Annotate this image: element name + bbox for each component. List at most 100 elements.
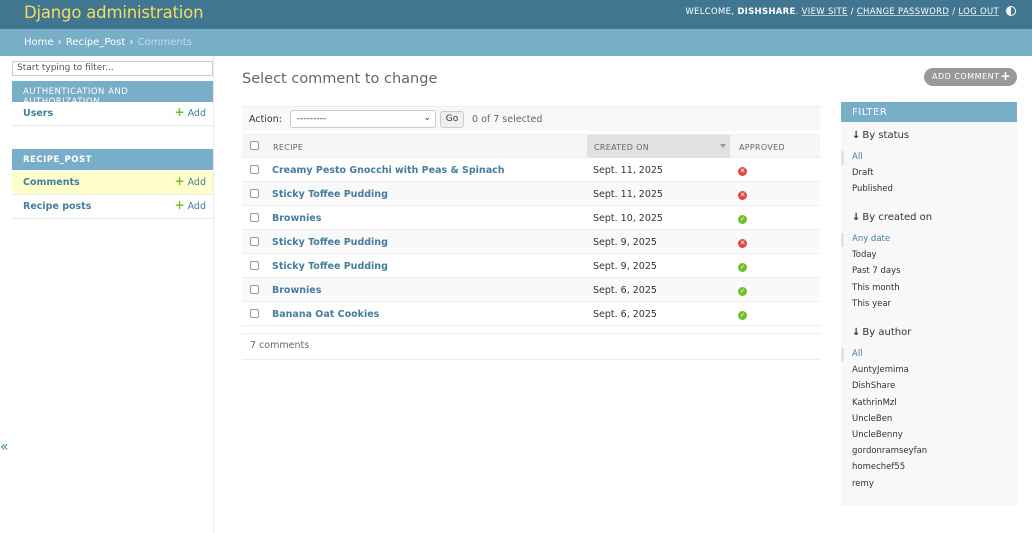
plus-icon: + <box>174 198 185 212</box>
module-caption-auth[interactable]: Authentication and Authorization <box>12 81 213 107</box>
filter-selected-marker <box>841 233 844 247</box>
table-row: Sticky Toffee Pudding Sept. 9, 2025 ✓ <box>242 254 820 278</box>
select-all-checkbox[interactable] <box>250 141 259 150</box>
row-select-checkbox[interactable] <box>250 189 259 198</box>
approved-no-icon: ✕ <box>738 167 747 176</box>
approved-yes-icon: ✓ <box>738 311 747 320</box>
filter-option[interactable]: AuntyJemima <box>852 365 909 375</box>
plus-icon: + <box>174 174 185 188</box>
add-recipe-post-link[interactable]: + Add <box>174 198 206 212</box>
approved-yes-icon: ✓ <box>738 263 747 272</box>
filter-option[interactable]: This month <box>852 283 900 293</box>
recipe-link[interactable]: Creamy Pesto Gnocchi with Peas & Spinach <box>272 165 505 176</box>
sidebar-item-recipe-posts-link[interactable]: Recipe posts <box>23 201 91 212</box>
change-password-link[interactable]: Change password <box>857 7 949 17</box>
table-row: Sticky Toffee Pudding Sept. 9, 2025 ✕ <box>242 230 820 254</box>
filter-option[interactable]: This year <box>852 299 891 309</box>
go-button[interactable]: Go <box>440 111 464 128</box>
selected-counter: 0 of 7 selected <box>472 114 543 125</box>
approved-no-icon: ✕ <box>738 191 747 200</box>
nav-filter-input[interactable]: Start typing to filter... <box>12 61 213 76</box>
filter-option[interactable]: remy <box>852 479 874 489</box>
row-select-checkbox[interactable] <box>250 285 259 294</box>
recipe-link[interactable]: Brownies <box>272 213 321 224</box>
filter-option[interactable]: UncleBenny <box>852 430 903 440</box>
created-on-cell: Sept. 9, 2025 <box>593 261 657 272</box>
username: DishShare <box>737 7 796 17</box>
action-select[interactable]: --------- ⌄ <box>290 110 436 128</box>
filter-option[interactable]: Past 7 days <box>852 266 901 276</box>
filter-option[interactable]: KathrinMzl <box>852 398 897 408</box>
row-select-checkbox[interactable] <box>250 165 259 174</box>
changelist-filter: Filter ↓ By status All Draft Published ↓ By cr… <box>841 102 1017 506</box>
action-label: Action: <box>249 114 282 125</box>
sidebar-item-users-link[interactable]: Users <box>23 108 53 119</box>
theme-toggle-icon[interactable] <box>1006 6 1016 16</box>
row-select-checkbox[interactable] <box>250 261 259 270</box>
header: Django administration Welcome, DishShare… <box>0 0 1032 29</box>
filter-heading[interactable]: ↓ By status <box>852 130 909 141</box>
table-row: Sticky Toffee Pudding Sept. 11, 2025 ✕ <box>242 182 820 206</box>
recipe-link[interactable]: Brownies <box>272 285 321 296</box>
filter-option[interactable]: Published <box>852 184 893 194</box>
filter-option[interactable]: gordonramseyfan <box>852 446 927 456</box>
table-row: Brownies Sept. 6, 2025 ✓ <box>242 278 820 302</box>
column-header-recipe[interactable]: Recipe <box>273 143 303 152</box>
table-header: Recipe Created on Approved <box>242 134 820 158</box>
approved-yes-icon: ✓ <box>738 287 747 296</box>
result-list: Recipe Created on Approved Creamy Pesto … <box>242 134 820 326</box>
module-caption-recipe-post[interactable]: RECIPE_POST <box>12 149 213 170</box>
row-select-checkbox[interactable] <box>250 213 259 222</box>
filter-heading-label: By created on <box>862 212 933 223</box>
sidebar-item-comments-link[interactable]: Comments <box>23 177 80 188</box>
filter-option[interactable]: UncleBen <box>852 414 892 424</box>
column-header-created-on[interactable]: Created on <box>587 135 730 158</box>
created-on-cell: Sept. 6, 2025 <box>593 285 657 296</box>
add-comment-button[interactable]: Add comment + <box>924 68 1017 86</box>
filter-option[interactable]: homechef55 <box>852 462 905 472</box>
breadcrumb: Home › Recipe_Post › Comments <box>0 29 1032 56</box>
sidebar-item-users: Users + Add <box>12 102 213 126</box>
add-user-link[interactable]: + Add <box>175 106 206 119</box>
breadcrumb-separator: › <box>129 37 134 48</box>
filter-option[interactable]: Any date <box>852 234 890 244</box>
approved-yes-icon: ✓ <box>738 215 747 224</box>
sidebar-item-recipe-posts: Recipe posts + Add <box>12 195 213 219</box>
filter-option[interactable]: DishShare <box>852 381 895 391</box>
table-body: Creamy Pesto Gnocchi with Peas & Spinach… <box>242 158 820 326</box>
row-select-checkbox[interactable] <box>250 309 259 318</box>
filter-option[interactable]: Today <box>852 250 877 260</box>
log-out-link[interactable]: Log out <box>958 7 999 17</box>
site-branding[interactable]: Django administration <box>24 3 204 22</box>
filter-option[interactable]: Draft <box>852 168 873 178</box>
chevron-down-icon: ⌄ <box>423 113 431 123</box>
recipe-link[interactable]: Sticky Toffee Pudding <box>272 237 388 248</box>
table-row: Creamy Pesto Gnocchi with Peas & Spinach… <box>242 158 820 182</box>
filter-selected-marker <box>841 151 844 165</box>
filter-option[interactable]: All <box>852 349 863 359</box>
created-on-cell: Sept. 11, 2025 <box>593 165 663 176</box>
created-on-cell: Sept. 10, 2025 <box>593 213 663 224</box>
sort-descending-icon[interactable] <box>720 144 726 148</box>
filter-caption: Filter <box>841 102 1017 122</box>
filter-heading-label: By status <box>862 130 910 141</box>
view-site-link[interactable]: View site <box>802 7 848 17</box>
breadcrumb-separator: › <box>57 37 62 48</box>
recipe-link[interactable]: Sticky Toffee Pudding <box>272 189 388 200</box>
row-select-checkbox[interactable] <box>250 237 259 246</box>
sidebar-collapse-toggle[interactable]: « <box>0 439 9 455</box>
filter-heading[interactable]: ↓ By author <box>852 327 911 338</box>
plus-icon: + <box>1000 69 1011 83</box>
filter-heading[interactable]: ↓ By created on <box>852 212 932 223</box>
breadcrumb-home[interactable]: Home <box>24 37 54 48</box>
filter-option[interactable]: All <box>852 152 863 162</box>
user-tools: Welcome, DishShare. View site / Change p… <box>685 7 999 17</box>
add-comment-link[interactable]: + Add <box>174 174 206 188</box>
welcome-text: Welcome, <box>685 7 735 17</box>
recipe-link[interactable]: Banana Oat Cookies <box>272 309 379 320</box>
filter-selected-marker <box>841 348 844 362</box>
breadcrumb-app[interactable]: Recipe_Post <box>66 37 125 48</box>
breadcrumb-current: Comments <box>137 37 192 48</box>
arrow-down-icon: ↓ <box>852 130 861 141</box>
recipe-link[interactable]: Sticky Toffee Pudding <box>272 261 388 272</box>
